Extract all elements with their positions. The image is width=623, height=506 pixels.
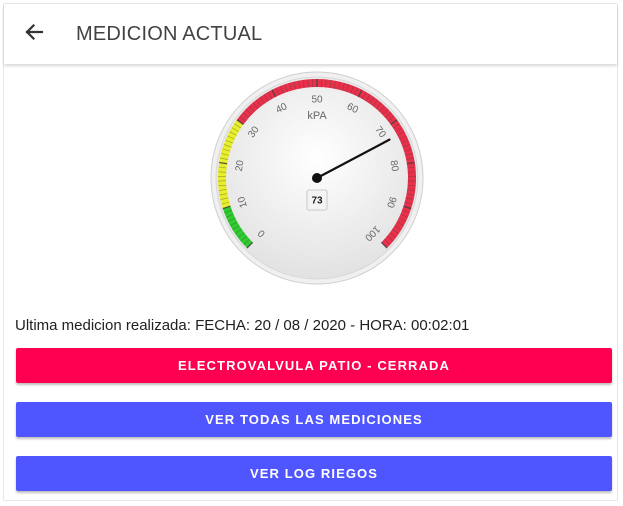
toolbar: MEDICION ACTUAL	[4, 4, 617, 64]
back-button[interactable]	[20, 20, 48, 48]
last-measurement-text: Ultima medicion realizada: FECHA: 20 / 0…	[15, 317, 470, 334]
valve-status-button[interactable]: ELECTROVALVULA PATIO - CERRADA	[16, 348, 612, 383]
arrow-left-icon	[24, 22, 44, 47]
gauge-tick-label: 20	[234, 159, 247, 172]
gauge-unit-label: kPA	[307, 110, 327, 122]
gauge-tick-label: 50	[311, 95, 323, 106]
app-frame: MEDICION ACTUAL 0 10 20 30 40 50 60 70 80 90 100 kP…	[3, 3, 618, 501]
gauge-svg: 0102030405060708090100kPA73	[210, 71, 424, 285]
view-irrigation-log-button[interactable]: VER LOG RIEGOS	[16, 456, 612, 491]
gauge-tick-label: 80	[388, 159, 401, 172]
page-title: MEDICION ACTUAL	[76, 23, 263, 45]
pressure-gauge: 0 10 20 30 40 50 60 70 80 90 100 kPA 73	[209, 70, 425, 286]
gauge-value-label: 73	[311, 196, 323, 207]
view-all-measurements-button[interactable]: VER TODAS LAS MEDICIONES	[16, 402, 612, 437]
gauge-needle-hub	[312, 173, 322, 183]
